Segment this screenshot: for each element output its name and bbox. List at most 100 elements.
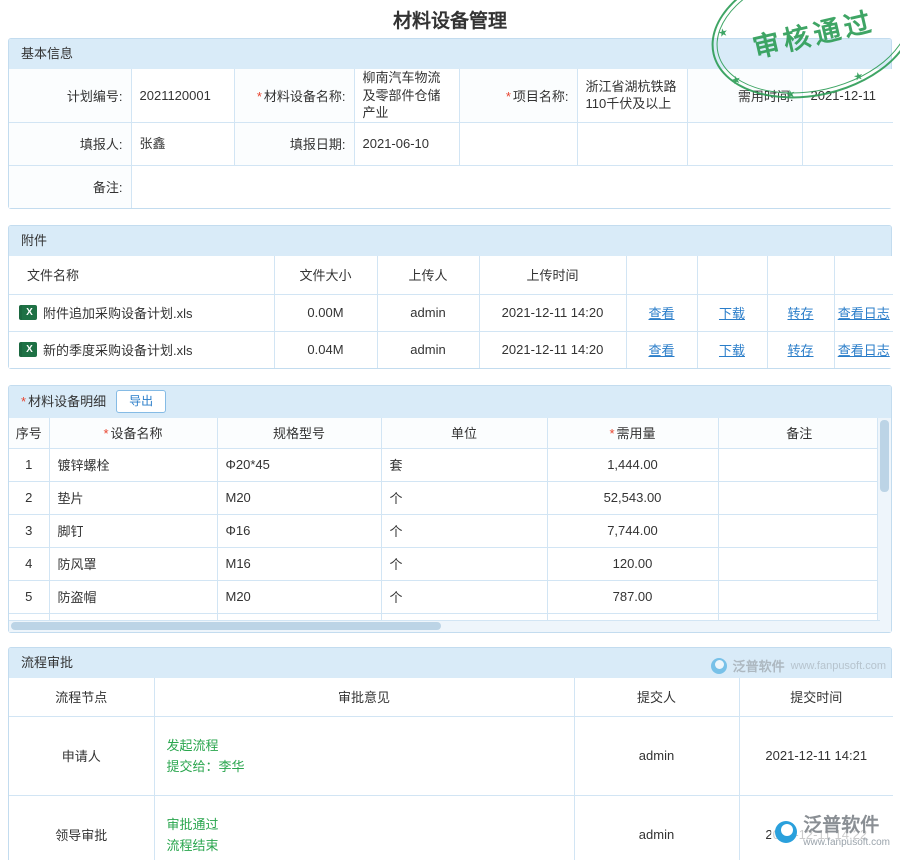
export-button[interactable]: 导出 xyxy=(116,390,166,412)
view-log-link[interactable]: 查看日志 xyxy=(838,343,890,358)
excel-icon: X xyxy=(19,342,37,357)
report-date-label: 填报日期: xyxy=(290,137,346,152)
device-name-header-label: 设备名称 xyxy=(111,426,163,441)
download-link[interactable]: 下载 xyxy=(719,343,745,358)
details-row: 2 垫片 M20 个 52,543.00 xyxy=(9,481,880,514)
qty-cell: 52,543.00 xyxy=(547,481,718,514)
horizontal-scrollbar[interactable] xyxy=(9,620,880,632)
remark-value xyxy=(131,165,893,208)
view-link[interactable]: 查看 xyxy=(648,306,674,321)
col-header-spec: 规格型号 xyxy=(217,418,381,449)
spec-cell: M20 xyxy=(217,580,381,613)
col-header-file-size: 文件大小 xyxy=(274,256,377,295)
attachment-row: X新的季度采购设备计划.xls 0.04M admin 2021-12-11 1… xyxy=(9,331,893,368)
empty-cell xyxy=(687,122,802,165)
file-name: 附件追加采购设备计划.xls xyxy=(43,303,193,322)
seq-cell: 2 xyxy=(9,481,49,514)
approval-section: 流程审批 流程节点 审批意见 提交人 提交时间 申请人 发起流程 提交给：李华 … xyxy=(8,647,892,860)
col-header-unit: 单位 xyxy=(381,418,547,449)
upload-time: 2021-12-11 14:20 xyxy=(479,331,626,368)
transfer-link[interactable]: 转存 xyxy=(787,343,813,358)
note-cell xyxy=(718,580,880,613)
submit-time: 2021-12-11 14:21 xyxy=(739,716,893,795)
file-name-cell: X附件追加采购设备计划.xls xyxy=(9,294,274,331)
required-mark: * xyxy=(21,386,26,418)
report-date-label-cell: 填报日期: xyxy=(234,122,354,165)
transfer-cell: 转存 xyxy=(767,331,834,368)
basic-info-section-header: 基本信息 xyxy=(9,39,891,69)
vertical-scrollbar[interactable] xyxy=(877,418,891,621)
need-time-value: 2021-12-11 xyxy=(802,69,893,122)
col-header-file-name: 文件名称 xyxy=(9,256,274,295)
details-section-title: 材料设备明细 xyxy=(28,386,106,418)
fanpu-logo-icon xyxy=(775,821,797,843)
device-name-cell: 防盗帽 xyxy=(49,580,217,613)
view-log-link[interactable]: 查看日志 xyxy=(838,306,890,321)
flow-opinion-line: 提交给：李华 xyxy=(167,756,562,777)
col-header-uploader: 上传人 xyxy=(377,256,479,295)
material-name-label-cell: *材料设备名称: xyxy=(234,69,354,122)
view-link[interactable]: 查看 xyxy=(648,343,674,358)
note-cell xyxy=(718,481,880,514)
device-name-cell: 镀锌螺栓 xyxy=(49,448,217,481)
details-row: 1 镀锌螺栓 Φ20*45 套 1,444.00 xyxy=(9,448,880,481)
unit-cell: 个 xyxy=(381,580,547,613)
horizontal-scrollbar-thumb[interactable] xyxy=(11,622,441,630)
device-name-cell: 脚钉 xyxy=(49,514,217,547)
required-mark: * xyxy=(257,89,262,104)
details-table-viewport: 序号 *设备名称 规格型号 单位 *需用量 备注 1 镀锌螺栓 Φ20*45 套… xyxy=(9,418,880,621)
unit-cell: 个 xyxy=(381,514,547,547)
plan-no-label: 计划编号: xyxy=(67,89,123,104)
details-row: 5 防盗帽 M20 个 787.00 xyxy=(9,580,880,613)
note-cell xyxy=(718,448,880,481)
basic-info-row-3: 备注: xyxy=(9,165,893,208)
col-header-action-3 xyxy=(767,256,834,295)
attachments-section-header: 附件 xyxy=(9,226,891,256)
view-log-cell: 查看日志 xyxy=(834,294,893,331)
details-row: 3 脚钉 Φ16 个 7,744.00 xyxy=(9,514,880,547)
note-cell xyxy=(718,547,880,580)
col-header-action-4 xyxy=(834,256,893,295)
flow-node: 申请人 xyxy=(9,716,154,795)
details-header-row: 序号 *设备名称 规格型号 单位 *需用量 备注 xyxy=(9,418,880,449)
col-header-submitter: 提交人 xyxy=(574,678,739,717)
approval-section-title: 流程审批 xyxy=(21,655,73,670)
approval-row: 申请人 发起流程 提交给：李华 admin 2021-12-11 14:21 xyxy=(9,716,893,795)
download-cell: 下载 xyxy=(697,331,767,368)
col-header-qty: *需用量 xyxy=(547,418,718,449)
watermark-url: www.fanpusoft.com xyxy=(791,660,886,672)
details-row: 4 防风罩 M16 个 120.00 xyxy=(9,547,880,580)
col-header-submit-time: 提交时间 xyxy=(739,678,893,717)
download-link[interactable]: 下载 xyxy=(719,306,745,321)
qty-cell: 1,444.00 xyxy=(547,448,718,481)
attachment-row: X附件追加采购设备计划.xls 0.00M admin 2021-12-11 1… xyxy=(9,294,893,331)
project-name-label: 项目名称: xyxy=(513,89,569,104)
col-header-flow-node: 流程节点 xyxy=(9,678,154,717)
fanpu-logo-icon xyxy=(711,658,727,674)
file-size: 0.00M xyxy=(274,294,377,331)
qty-cell: 7,744.00 xyxy=(547,514,718,547)
col-header-device-name: *设备名称 xyxy=(49,418,217,449)
vertical-scrollbar-thumb[interactable] xyxy=(880,420,889,492)
uploader: admin xyxy=(377,331,479,368)
view-cell: 查看 xyxy=(626,294,697,331)
required-mark: * xyxy=(609,426,614,441)
transfer-link[interactable]: 转存 xyxy=(787,306,813,321)
need-time-label: 需用时间: xyxy=(738,89,794,104)
col-header-opinion: 审批意见 xyxy=(154,678,574,717)
watermark-large: 泛普软件 www.fanpusoft.com xyxy=(771,814,894,850)
transfer-cell: 转存 xyxy=(767,294,834,331)
spec-cell: Φ16 xyxy=(217,514,381,547)
file-name: 新的季度采购设备计划.xls xyxy=(43,340,193,359)
qty-cell: 120.00 xyxy=(547,547,718,580)
plan-no-value: 2021120001 xyxy=(131,69,234,122)
empty-cell xyxy=(802,122,893,165)
reporter-value: 张鑫 xyxy=(131,122,234,165)
upload-time: 2021-12-11 14:20 xyxy=(479,294,626,331)
remark-label-cell: 备注: xyxy=(9,165,131,208)
view-log-cell: 查看日志 xyxy=(834,331,893,368)
unit-cell: 个 xyxy=(381,547,547,580)
material-name-value: 柳南汽车物流及零部件仓储产业 xyxy=(354,69,459,122)
page-title: 材料设备管理 xyxy=(0,0,900,38)
flow-opinion-line: 流程结束 xyxy=(167,835,562,856)
